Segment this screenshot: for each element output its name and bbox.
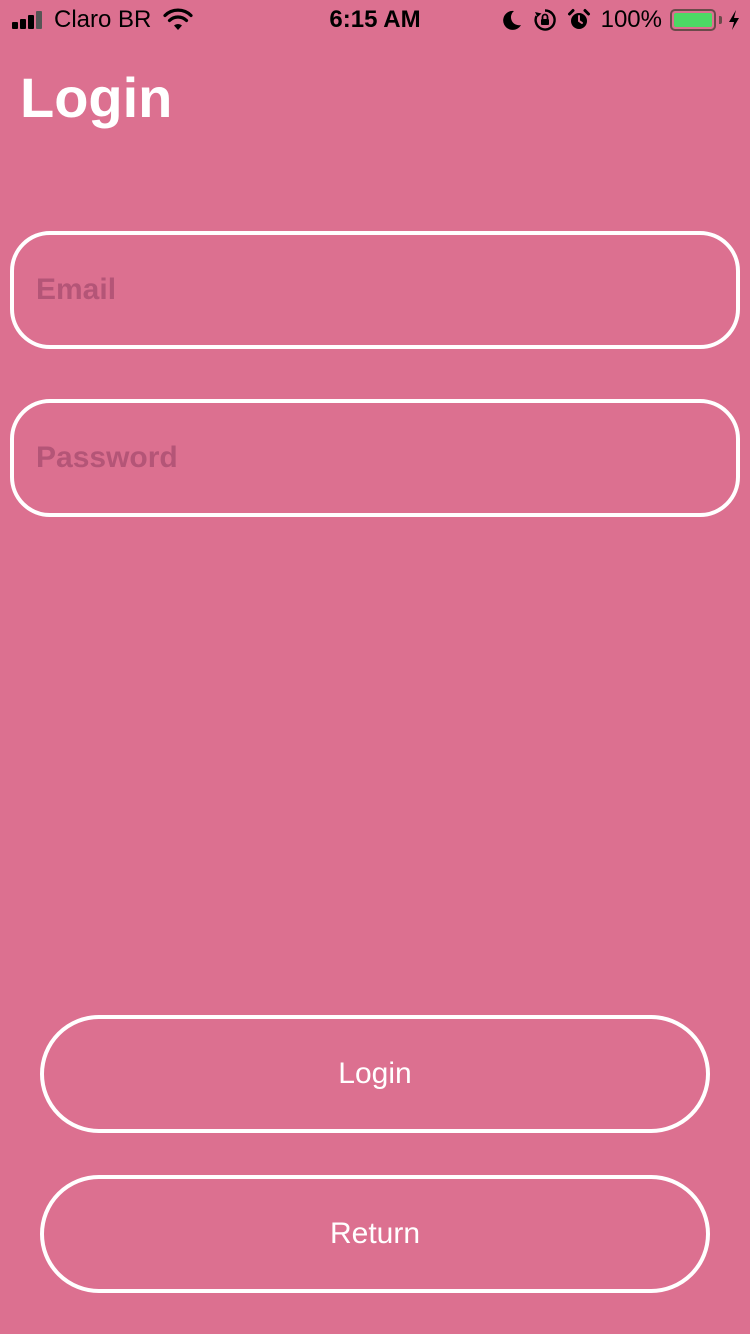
charging-bolt-icon — [729, 10, 739, 30]
return-button[interactable]: Return — [40, 1175, 710, 1293]
email-field[interactable] — [10, 231, 740, 349]
alarm-icon — [567, 9, 590, 29]
rotation-lock-icon — [534, 9, 556, 31]
login-button[interactable]: Login — [40, 1015, 710, 1133]
battery-icon — [670, 9, 716, 31]
login-screen: Claro BR 6:15 AM 100% Login Email Login … — [0, 0, 750, 1334]
status-bar: Claro BR 6:15 AM 100% — [0, 0, 750, 40]
battery-fill — [674, 13, 712, 27]
battery-percent: 100% — [600, 6, 662, 33]
moon-icon — [502, 10, 521, 30]
battery-cap — [719, 16, 722, 24]
password-field[interactable] — [10, 399, 740, 517]
page-title: Login — [20, 66, 173, 129]
status-right: 100% — [499, 6, 740, 34]
